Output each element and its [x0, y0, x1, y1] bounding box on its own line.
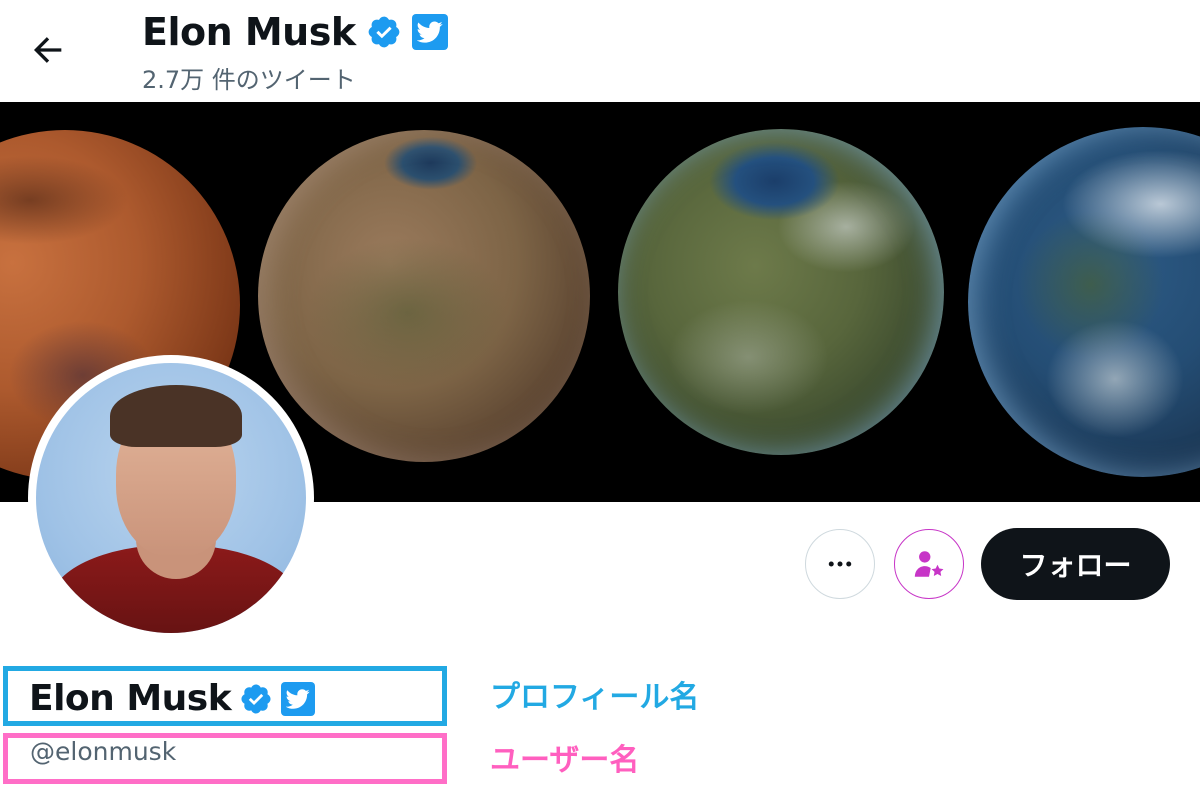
verified-badge-icon	[239, 682, 273, 716]
back-button[interactable]	[28, 30, 68, 70]
profile-name-annotation: プロフィール名	[490, 680, 700, 715]
follow-button[interactable]: フォロー	[981, 528, 1170, 600]
profile-display-name: Elon Musk	[29, 678, 232, 719]
header-title: Elon Musk	[142, 8, 448, 56]
header-display-name: Elon Musk	[142, 10, 356, 54]
earth-like-planet	[968, 127, 1200, 477]
user-handle: @elonmusk	[30, 737, 177, 766]
avatar[interactable]	[28, 355, 314, 641]
twitter-bird-icon	[411, 14, 448, 50]
terraforming-planet-2	[618, 129, 944, 455]
notify-button[interactable]	[894, 529, 964, 599]
twitter-bird-icon	[281, 682, 316, 716]
more-dots-icon	[828, 561, 852, 567]
tweet-count: 2.7万 件のツイート	[142, 66, 356, 94]
terraforming-planet	[258, 130, 590, 462]
profile-name: Elon Musk	[29, 676, 316, 722]
profile-header: Elon Musk 2.7万 件のツイート	[0, 0, 1200, 102]
avatar-photo	[36, 363, 306, 633]
person-star-icon	[914, 551, 944, 577]
avatar-hair	[110, 385, 242, 447]
user-name-annotation: ユーザー名	[490, 743, 640, 778]
more-button[interactable]	[805, 529, 875, 599]
arrow-left-icon	[34, 37, 62, 63]
verified-badge-icon	[366, 14, 402, 50]
